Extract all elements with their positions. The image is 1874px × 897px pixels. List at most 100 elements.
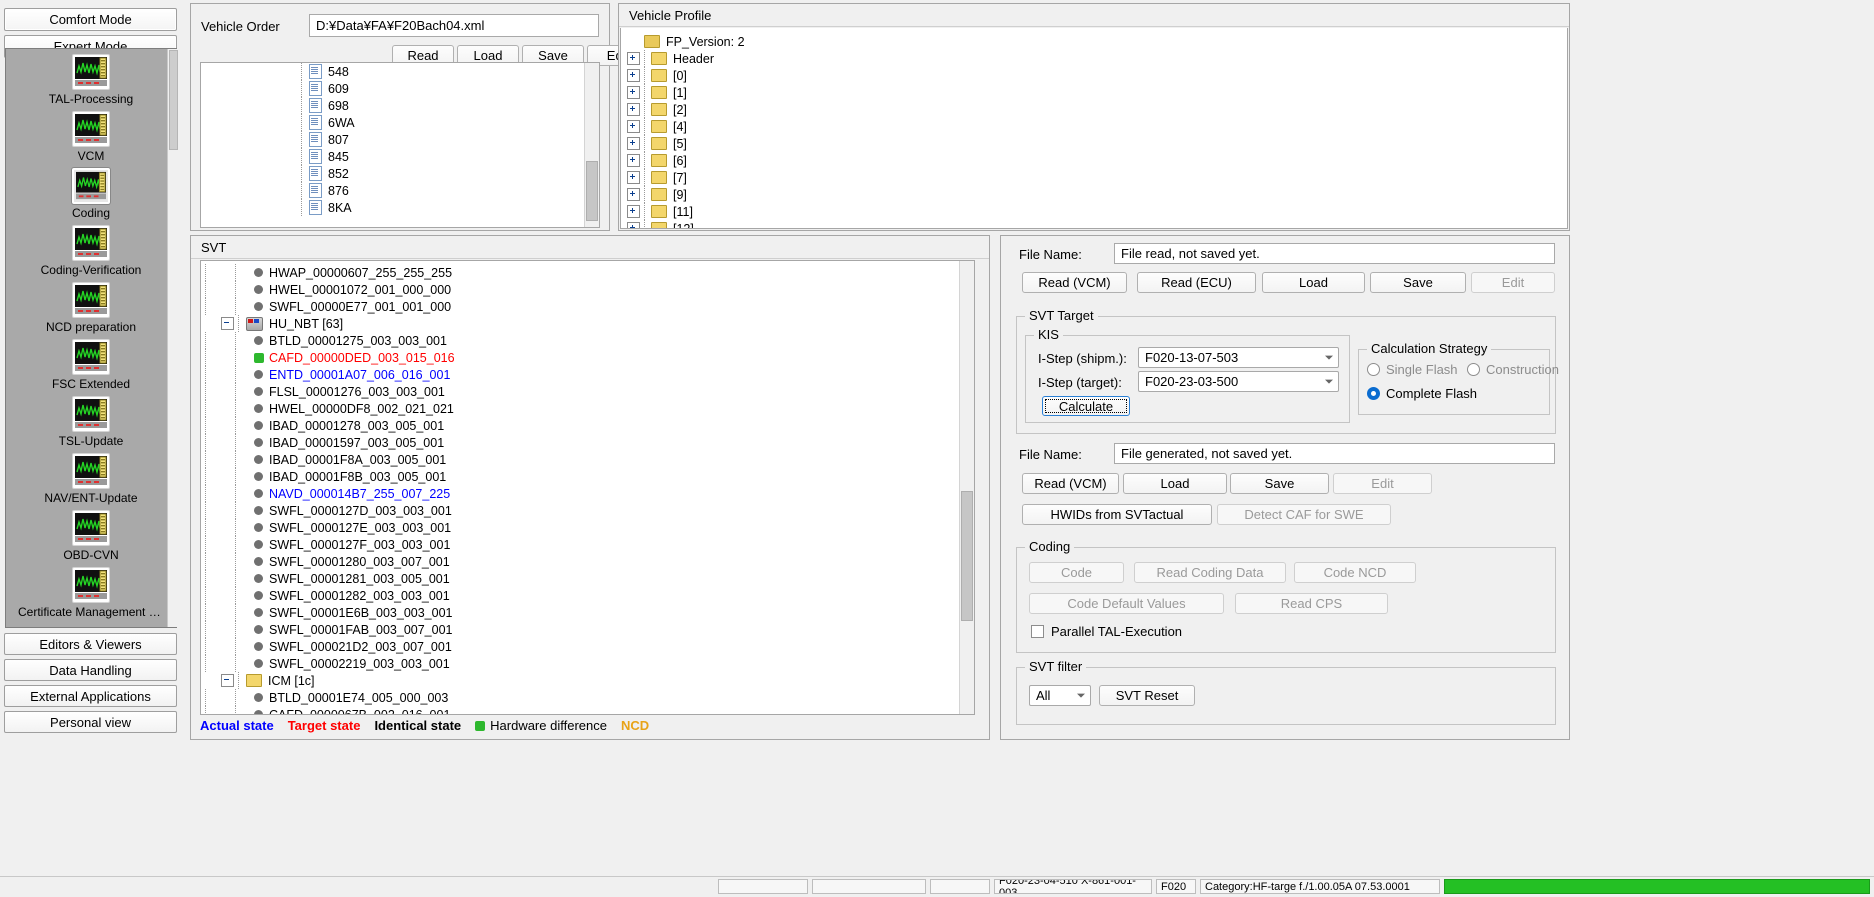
sidebar-icon-list[interactable]: TAL-Processing VCM Coding Coding-Verificati…	[5, 48, 177, 628]
list-item[interactable]: 876	[201, 182, 585, 199]
expand-icon[interactable]	[627, 205, 640, 218]
sidebar-scroll-thumb[interactable]	[169, 50, 178, 150]
sidebar-item-external-applications[interactable]: External Applications	[4, 685, 177, 707]
istep-target-select[interactable]: F020-23-03-500	[1138, 371, 1339, 392]
comfort-mode-button[interactable]: Comfort Mode	[4, 8, 177, 31]
sidebar-item-certificate-management-exte[interactable]: Certificate Management Exte...	[17, 562, 165, 619]
tree-item[interactable]: SWFL_0000127D_003_003_001	[205, 502, 455, 519]
tree-item[interactable]: [9]	[627, 186, 745, 203]
sidebar-item-fsc-extended[interactable]: FSC Extended	[17, 334, 165, 391]
tree-item[interactable]: [4]	[627, 118, 745, 135]
collapse-icon[interactable]	[221, 674, 234, 687]
radio-construction[interactable]: Construction	[1467, 362, 1559, 377]
tree-item[interactable]: SWFL_00001280_003_007_001	[205, 553, 455, 570]
tree-item[interactable]: SWFL_000021D2_003_007_001	[205, 638, 455, 655]
expand-icon[interactable]	[627, 222, 640, 228]
expand-icon[interactable]	[627, 86, 640, 99]
list-item[interactable]: 807	[201, 131, 585, 148]
tree-item[interactable]: SWFL_00002219_003_003_001	[205, 655, 455, 672]
expand-icon[interactable]	[627, 52, 640, 65]
tree-item[interactable]: IBAD_00001278_003_005_001	[205, 417, 455, 434]
tree-item[interactable]: [0]	[627, 67, 745, 84]
sidebar-item-coding[interactable]: Coding	[17, 163, 165, 220]
vo-scroll-thumb[interactable]	[586, 161, 598, 221]
save-button-gen[interactable]: Save	[1230, 473, 1329, 494]
tree-item[interactable]: ICM [1c]	[205, 672, 455, 689]
tree-item[interactable]: SWFL_00000E77_001_001_000	[205, 298, 455, 315]
parallel-tal-execution-checkbox[interactable]: Parallel TAL-Execution	[1031, 624, 1182, 639]
list-item[interactable]: 609	[201, 80, 585, 97]
save-button-top[interactable]: Save	[1370, 272, 1466, 293]
read-vcm-button-gen[interactable]: Read (VCM)	[1022, 473, 1119, 494]
expand-icon[interactable]	[627, 137, 640, 150]
load-button-top[interactable]: Load	[1262, 272, 1365, 293]
tree-item[interactable]: CAFD_0000067B_002_016_001	[205, 706, 455, 714]
tree-item[interactable]: HU_NBT [63]	[205, 315, 455, 332]
svt-tree[interactable]: HWAP_00000607_255_255_255 HWEL_00001072_0…	[200, 260, 975, 715]
sidebar-item-tal-processing[interactable]: TAL-Processing	[17, 49, 165, 106]
sidebar-item-vcm[interactable]: VCM	[17, 106, 165, 163]
svt-tree-scrollbar[interactable]	[959, 261, 974, 714]
file-name-input[interactable]: File read, not saved yet.	[1114, 243, 1555, 264]
svt-filter-select[interactable]: All	[1029, 685, 1091, 706]
tree-item[interactable]: [2]	[627, 101, 745, 118]
tree-item[interactable]: SWFL_00001FAB_003_007_001	[205, 621, 455, 638]
expand-icon[interactable]	[627, 171, 640, 184]
list-item[interactable]: 6WA	[201, 114, 585, 131]
tree-item[interactable]: CAFD_00000DED_003_015_016	[205, 349, 455, 366]
sidebar-item-nav-ent-update[interactable]: NAV/ENT-Update	[17, 448, 165, 505]
collapse-icon[interactable]	[221, 317, 234, 330]
tree-item[interactable]: BTLD_00001275_003_003_001	[205, 332, 455, 349]
list-item[interactable]: 548	[201, 63, 585, 80]
sidebar-item-obd-cvn[interactable]: OBD-CVN	[17, 505, 165, 562]
tree-item[interactable]: FP_Version: 2	[627, 33, 745, 50]
vehicle-order-tree-scrollbar[interactable]	[584, 63, 599, 227]
tree-item[interactable]: IBAD_00001597_003_005_001	[205, 434, 455, 451]
tree-item[interactable]: [5]	[627, 135, 745, 152]
tree-item[interactable]: SWFL_00001281_003_005_001	[205, 570, 455, 587]
tree-item[interactable]: Header	[627, 50, 745, 67]
sidebar-scrollbar[interactable]	[167, 49, 179, 627]
load-button-gen[interactable]: Load	[1123, 473, 1227, 494]
read-vcm-button-top[interactable]: Read (VCM)	[1022, 272, 1127, 293]
sidebar-item-ncd-preparation[interactable]: NCD preparation	[17, 277, 165, 334]
tree-item[interactable]: [12]	[627, 220, 745, 228]
vehicle-order-path-input[interactable]: D:¥Data¥FA¥F20Bach04.xml	[309, 14, 599, 37]
tree-item[interactable]: SWFL_00001282_003_003_001	[205, 587, 455, 604]
tree-item[interactable]: ENTD_00001A07_006_016_001	[205, 366, 455, 383]
tree-item[interactable]: IBAD_00001F8A_003_005_001	[205, 451, 455, 468]
tree-item[interactable]: [7]	[627, 169, 745, 186]
list-item[interactable]: 698	[201, 97, 585, 114]
istep-shipm-select[interactable]: F020-13-07-503	[1138, 347, 1339, 368]
radio-single-flash[interactable]: Single Flash	[1367, 362, 1458, 377]
svt-reset-button[interactable]: SVT Reset	[1099, 685, 1195, 706]
list-item[interactable]: 845	[201, 148, 585, 165]
radio-complete-flash[interactable]: Complete Flash	[1367, 386, 1477, 401]
expand-icon[interactable]	[627, 154, 640, 167]
vehicle-profile-tree[interactable]: FP_Version: 2 Header [0] [1] [2] [4] [5] [6] [7]…	[620, 28, 1568, 229]
tree-item[interactable]: SWFL_0000127E_003_003_001	[205, 519, 455, 536]
svt-scroll-thumb[interactable]	[961, 491, 973, 621]
tree-item[interactable]: NAVD_000014B7_255_007_225	[205, 485, 455, 502]
sidebar-item-coding-verification[interactable]: Coding-Verification	[17, 220, 165, 277]
tree-item[interactable]: [1]	[627, 84, 745, 101]
tree-item[interactable]: IBAD_00001F8B_003_005_001	[205, 468, 455, 485]
tree-item[interactable]: FLSL_00001276_003_003_001	[205, 383, 455, 400]
generated-file-name-input[interactable]: File generated, not saved yet.	[1114, 443, 1555, 464]
sidebar-item-tsl-update[interactable]: TSL-Update	[17, 391, 165, 448]
sidebar-item-editors-viewers[interactable]: Editors & Viewers	[4, 633, 177, 655]
expand-icon[interactable]	[627, 120, 640, 133]
tree-item[interactable]: SWFL_00001E6B_003_003_001	[205, 604, 455, 621]
tree-item[interactable]: BTLD_00001E74_005_000_003	[205, 689, 455, 706]
vehicle-order-tree[interactable]: 548 609 698 6WA 807 845 852 876 8KA	[200, 62, 600, 228]
list-item[interactable]: 8KA	[201, 199, 585, 216]
tree-item[interactable]: HWEL_00001072_001_000_000	[205, 281, 455, 298]
expand-icon[interactable]	[627, 188, 640, 201]
tree-item[interactable]: [6]	[627, 152, 745, 169]
expand-icon[interactable]	[627, 69, 640, 82]
sidebar-item-data-handling[interactable]: Data Handling	[4, 659, 177, 681]
expand-icon[interactable]	[627, 103, 640, 116]
list-item[interactable]: 852	[201, 165, 585, 182]
tree-item[interactable]: SWFL_0000127F_003_003_001	[205, 536, 455, 553]
tree-item[interactable]: HWEL_00000DF8_002_021_021	[205, 400, 455, 417]
